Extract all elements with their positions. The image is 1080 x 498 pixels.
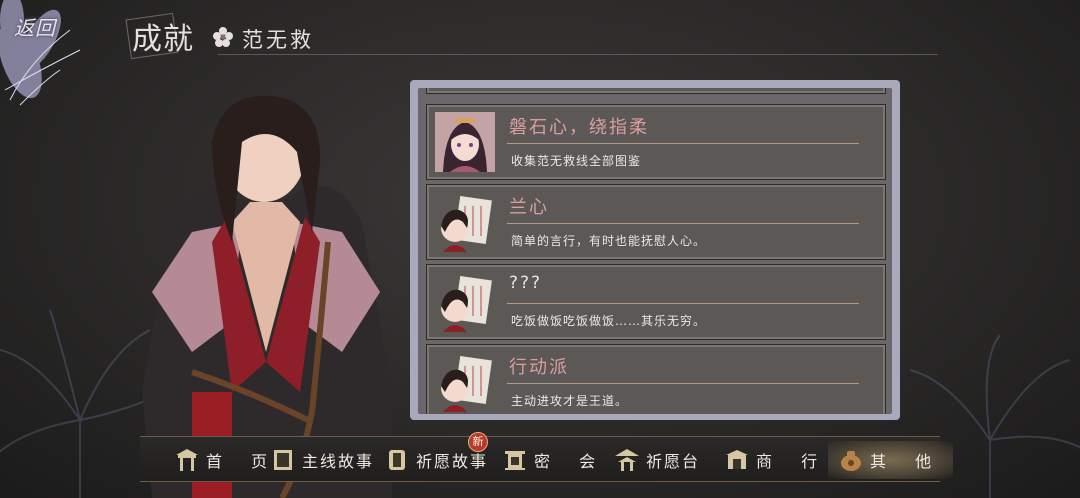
lantern-icon (505, 451, 525, 470)
achievement-card-partial (426, 88, 886, 94)
pouch-icon (841, 451, 861, 471)
chibi-scroll-avatar (441, 195, 492, 252)
chibi-scroll-avatar (441, 355, 492, 412)
gate-icon (176, 449, 198, 471)
achievement-card[interactable]: 行动派 主动进攻才是王道。 (426, 344, 886, 414)
nav-secret-meeting[interactable]: 密 会 (502, 441, 607, 479)
achievement-card[interactable]: ??? 吃饭做饭吃饭做饭……其乐无穷。 (426, 264, 886, 340)
book-icon (274, 450, 292, 470)
achievement-card[interactable]: 磐石心，绕指柔 收集范无救线全部图鉴 (426, 104, 886, 180)
achievement-description: 简单的言行，有时也能抚慰人心。 (511, 234, 707, 248)
new-badge: 新 (468, 432, 488, 452)
achievement-card[interactable]: 兰心 简单的言行，有时也能抚慰人心。 (426, 184, 886, 260)
achievement-panel: 磐石心，绕指柔 收集范无救线全部图鉴 兰心 简单的言行，有时也能抚慰人心。 ??… (410, 80, 900, 420)
girl-portrait-avatar (435, 112, 495, 172)
nav-label: 主线故事 (302, 452, 375, 471)
chibi-scroll-avatar (441, 275, 492, 332)
achievement-description: 吃饭做饭吃饭做饭……其乐无穷。 (511, 314, 707, 328)
achievement-divider (507, 303, 859, 304)
achievement-name-hidden: ??? (509, 273, 543, 293)
achievement-name: 磐石心，绕指柔 (509, 117, 649, 138)
nav-other[interactable]: 其 他 (828, 441, 954, 479)
nav-wish-altar[interactable]: 祈愿台 (614, 441, 700, 479)
nav-label: 其 他 (870, 452, 944, 471)
nav-label: 商 行 (756, 452, 830, 471)
back-button[interactable]: 返回 (14, 12, 78, 42)
achievement-description: 收集范无救线全部图鉴 (511, 154, 642, 168)
nav-label: 密 会 (534, 452, 608, 471)
scroll-icon (389, 450, 405, 470)
achievement-name: 兰心 (509, 197, 549, 218)
nav-shop[interactable]: 商 行 (724, 441, 829, 479)
page-header: 成就 范无救 (122, 12, 942, 60)
achievement-description: 主动进攻才是王道。 (511, 394, 629, 408)
achievement-divider (507, 143, 859, 144)
header-divider (218, 54, 938, 55)
bottom-nav-bar: 首 页 主线故事 祈愿故事 新 密 会 祈愿台 商 行 其 他 (140, 432, 954, 482)
nav-main-story[interactable]: 主线故事 (270, 441, 374, 479)
achievement-list[interactable]: 磐石心，绕指柔 收集范无救线全部图鉴 兰心 简单的言行，有时也能抚慰人心。 ??… (418, 88, 892, 414)
achievement-divider (507, 223, 859, 224)
nav-home[interactable]: 首 页 (174, 441, 279, 479)
shop-icon (726, 450, 748, 469)
nav-label: 首 页 (206, 452, 280, 471)
nav-label: 祈愿台 (646, 452, 701, 471)
pavilion-icon (615, 449, 639, 471)
achievement-divider (507, 383, 859, 384)
page-title: 成就 (132, 22, 194, 57)
flower-icon (213, 27, 233, 47)
achievement-name: 行动派 (509, 357, 569, 378)
character-name: 范无救 (242, 28, 314, 52)
